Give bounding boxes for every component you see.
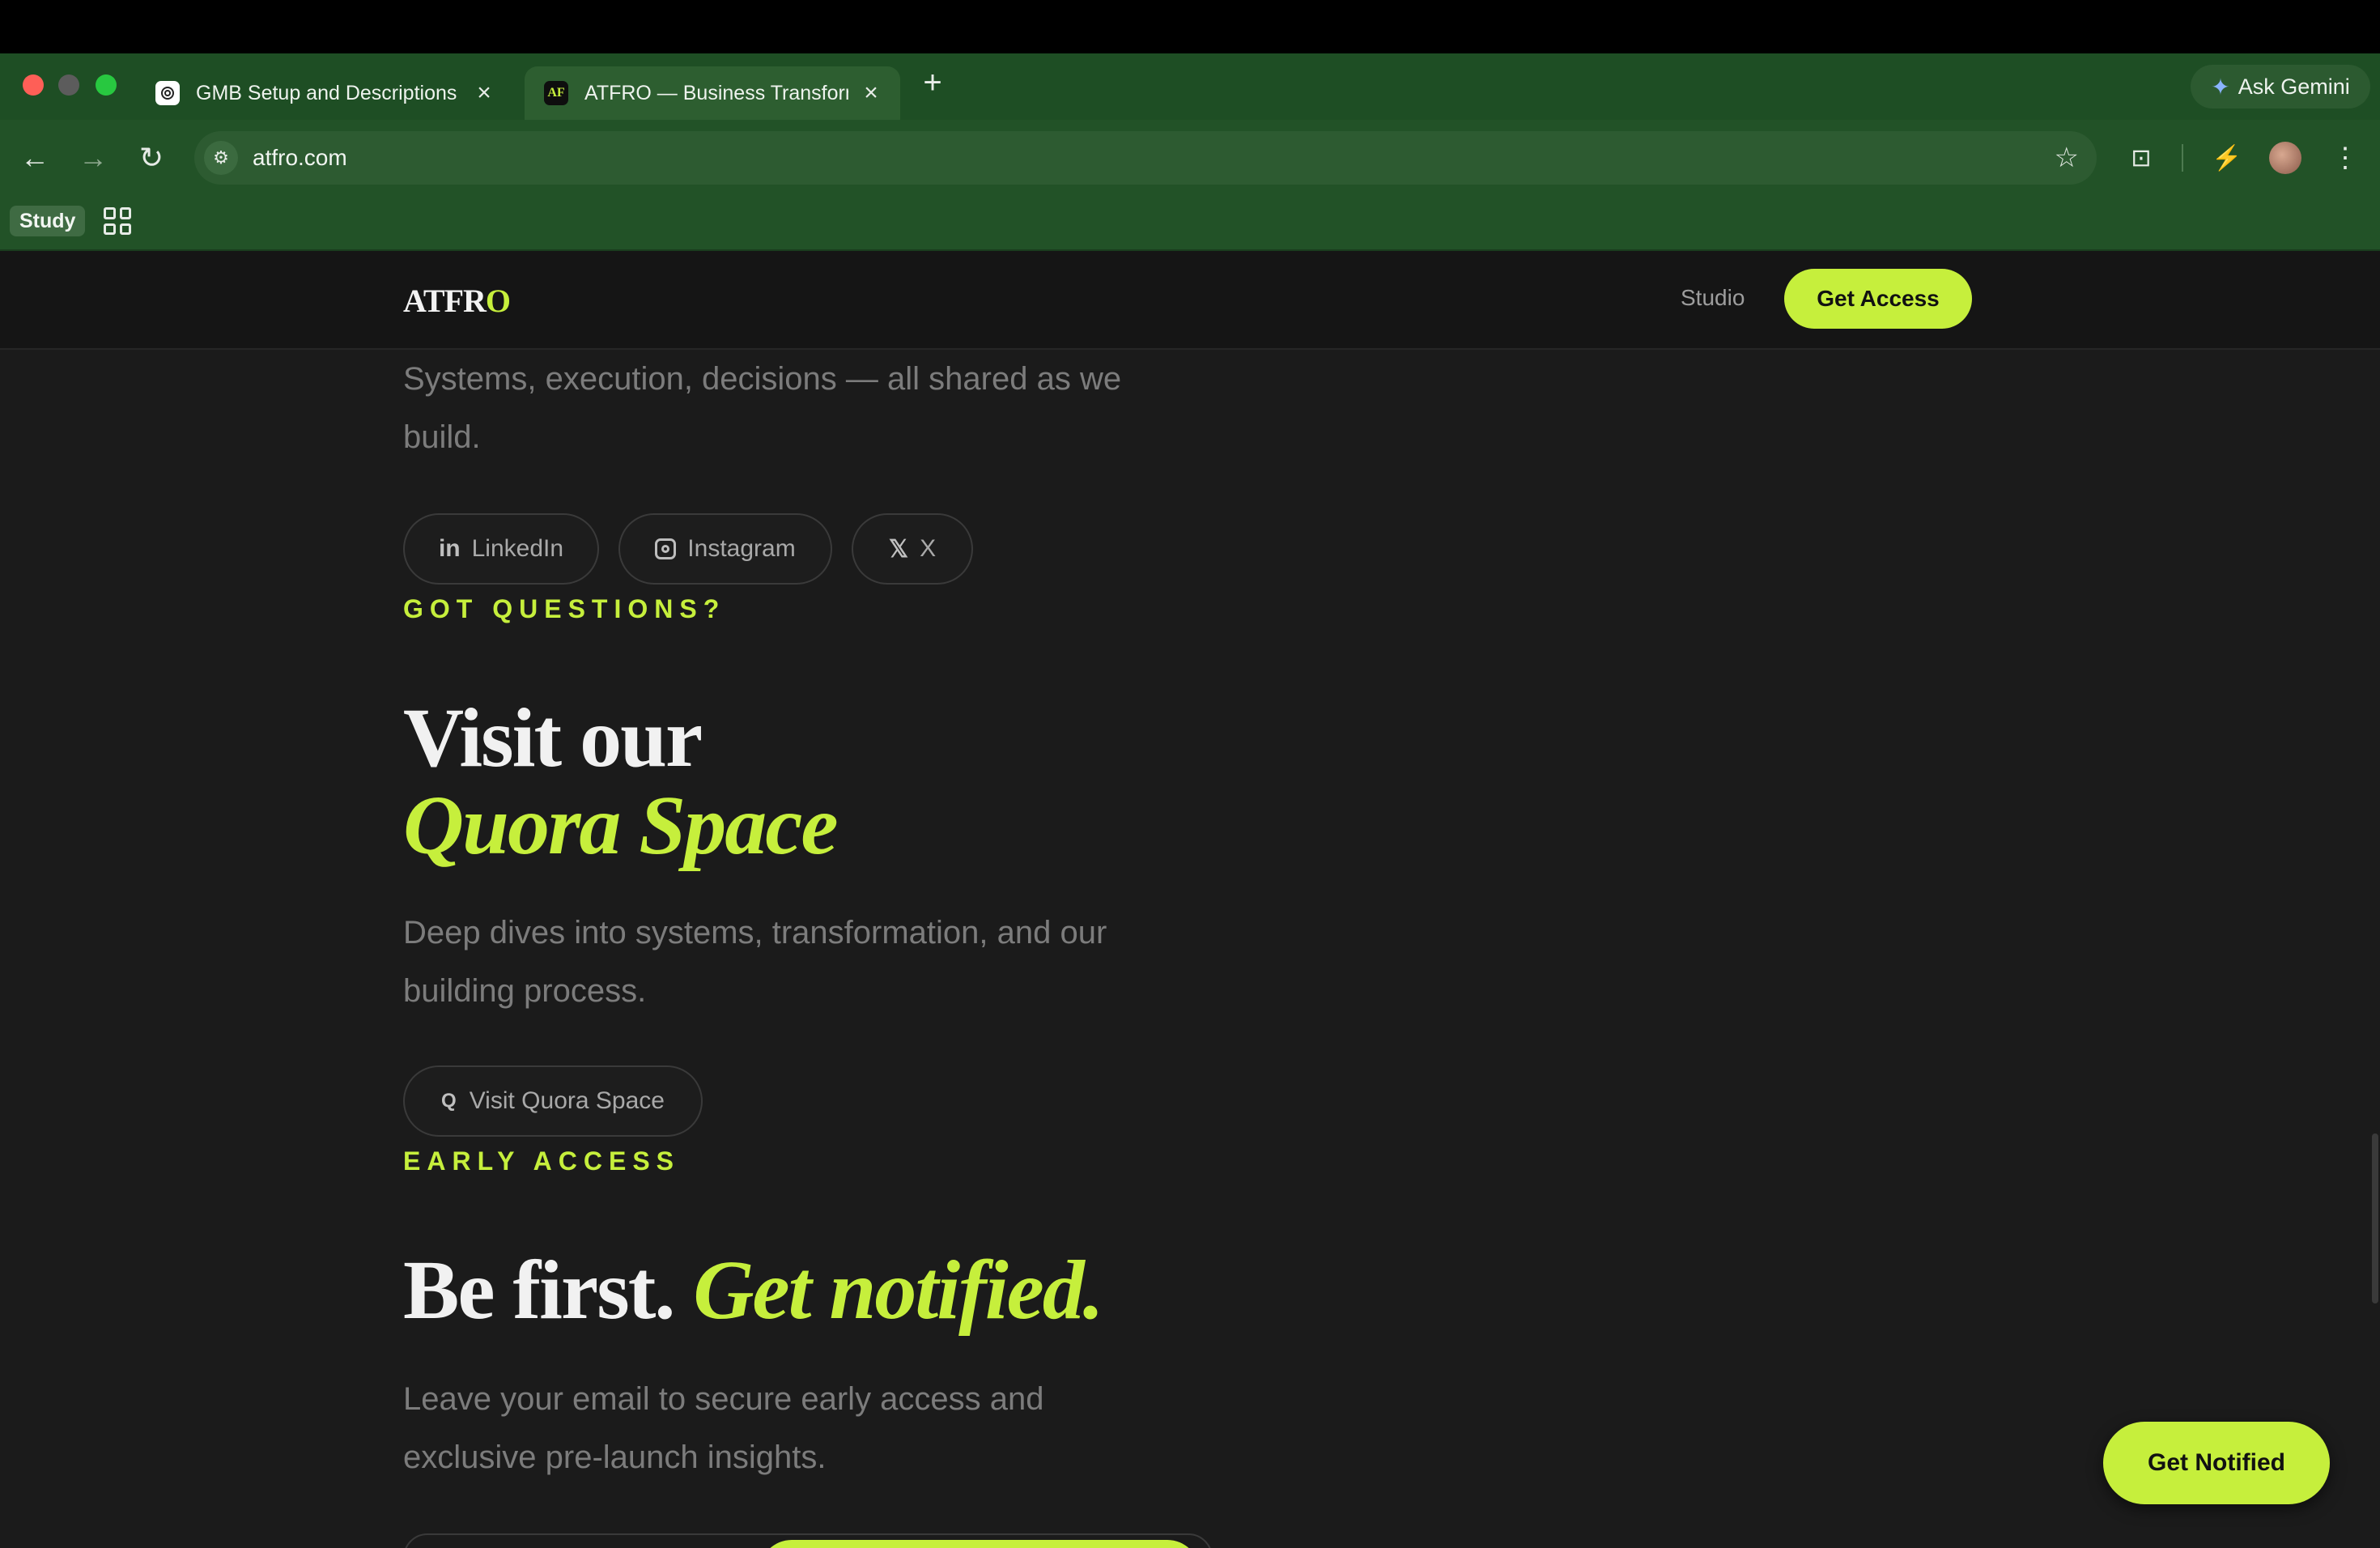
browser-tab-atfro[interactable]: AF ATFRO — Business Transform × (525, 66, 900, 120)
ask-gemini-button[interactable]: ✦ Ask Gemini (2191, 65, 2370, 108)
google-lens-icon[interactable]: ⊡ (2121, 138, 2161, 178)
system-menubar (0, 0, 2380, 53)
intro-text: Systems, execution, decisions — all shar… (403, 361, 1122, 455)
nav-link-studio[interactable]: Studio (1681, 285, 1745, 311)
early-access-headline: Be first. Get notified. (403, 1244, 1104, 1337)
address-bar[interactable]: ⚙ atfro.com ☆ (194, 131, 2097, 185)
close-tab-icon[interactable]: × (473, 79, 495, 107)
new-tab-button[interactable]: + (915, 65, 950, 101)
questions-body: Deep dives into systems, transformation,… (403, 915, 1107, 1009)
atfro-favicon: AF (544, 81, 568, 105)
apps-grid-icon[interactable] (104, 207, 131, 235)
profile-avatar[interactable] (2265, 138, 2306, 178)
site-logo[interactable]: ATFRO (403, 282, 511, 320)
kebab-menu-icon[interactable]: ⋮ (2325, 138, 2365, 178)
ask-gemini-label: Ask Gemini (2238, 74, 2350, 99)
instagram-button[interactable]: Instagram (618, 513, 832, 585)
early-access-eyebrow: EARLY ACCESS (403, 1146, 680, 1176)
x-button[interactable]: 𝕏 X (852, 513, 973, 585)
visit-quora-label: Visit Quora Space (469, 1087, 665, 1114)
minimize-window-button[interactable] (58, 74, 79, 96)
close-tab-icon[interactable]: × (860, 79, 882, 107)
quora-icon: Q (441, 1090, 457, 1112)
close-window-button[interactable] (23, 74, 44, 96)
bookmarks-bar (0, 194, 2380, 251)
url-text[interactable]: atfro.com (253, 145, 347, 171)
reload-icon[interactable]: ↻ (131, 138, 172, 178)
site-info-icon[interactable]: ⚙ (204, 141, 238, 175)
get-notified-floating-button[interactable]: Get Notified (2103, 1422, 2330, 1504)
email-submit-button[interactable] (759, 1540, 1200, 1548)
tab-title: ATFRO — Business Transform (584, 81, 848, 104)
gemini-sparkle-icon: ✦ (2211, 74, 2230, 100)
bookmark-star-icon[interactable]: ☆ (2055, 142, 2079, 174)
site-header: ATFRO Studio Get Access (0, 251, 2380, 350)
browser-tab-gmb[interactable]: GMB Setup and Descriptions × (136, 66, 513, 120)
bookmark-study[interactable]: Study (10, 206, 86, 236)
questions-headline-line1: Visit our (403, 691, 703, 785)
maximize-window-button[interactable] (96, 74, 117, 96)
extension-icon[interactable]: ⚡ (2207, 138, 2247, 178)
tab-title: GMB Setup and Descriptions (196, 81, 457, 104)
visit-quora-button[interactable]: Q Visit Quora Space (403, 1065, 703, 1137)
back-arrow-icon[interactable]: ← (15, 138, 55, 178)
linkedin-label: LinkedIn (471, 535, 564, 562)
forward-arrow-icon[interactable]: → (73, 138, 113, 178)
x-logo-icon: 𝕏 (888, 535, 909, 563)
get-access-button[interactable]: Get Access (1784, 269, 1972, 329)
linkedin-button[interactable]: in LinkedIn (403, 513, 599, 585)
toolbar-divider (2182, 144, 2183, 172)
instagram-label: Instagram (687, 535, 796, 562)
early-access-body: Leave your email to secure early access … (403, 1381, 1044, 1475)
page-scrollbar[interactable] (2372, 1133, 2378, 1303)
instagram-icon (655, 538, 677, 559)
linkedin-icon: in (438, 535, 461, 562)
questions-eyebrow: GOT QUESTIONS? (403, 594, 726, 623)
x-label: X (920, 535, 937, 562)
questions-headline-line2: Quora Space (403, 779, 839, 872)
page-viewport: ATFRO Studio Get Access Systems, executi… (0, 251, 2380, 1548)
chatgpt-icon (155, 81, 180, 105)
